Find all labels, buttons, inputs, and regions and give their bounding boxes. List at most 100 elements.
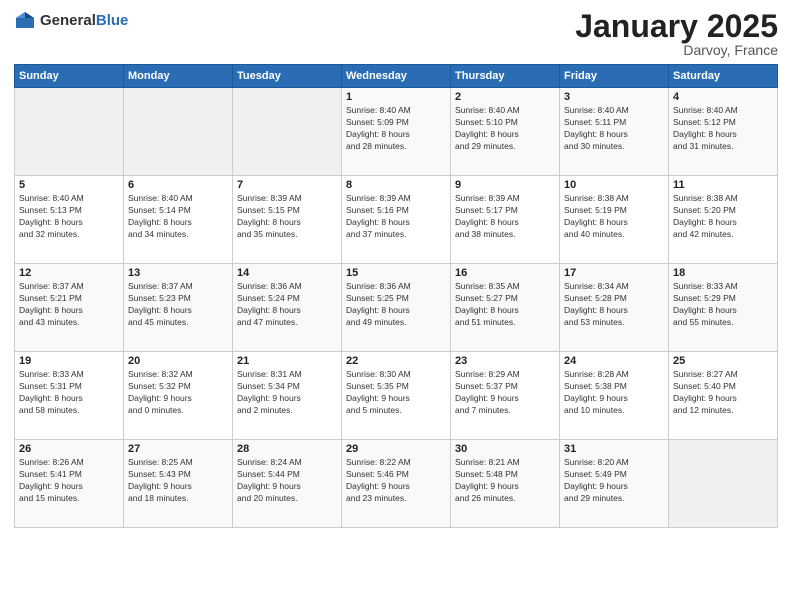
day-info: Sunrise: 8:36 AM Sunset: 5:24 PM Dayligh… [237,281,337,329]
calendar: Sunday Monday Tuesday Wednesday Thursday… [14,64,778,528]
day-number: 28 [237,443,337,455]
calendar-cell: 11 Sunrise: 8:38 AM Sunset: 5:20 PM Dayli… [669,176,778,264]
calendar-cell: 28 Sunrise: 8:24 AM Sunset: 5:44 PM Dayli… [233,440,342,528]
day-number: 1 [346,91,446,103]
calendar-cell: 14 Sunrise: 8:36 AM Sunset: 5:24 PM Dayli… [233,264,342,352]
day-number: 16 [455,267,555,279]
day-info: Sunrise: 8:34 AM Sunset: 5:28 PM Dayligh… [564,281,664,329]
calendar-cell: 7Sunrise: 8:39 AM Sunset: 5:15 PM Daylig… [233,176,342,264]
calendar-cell: 30Sunrise: 8:21 AM Sunset: 5:48 PM Dayli… [451,440,560,528]
calendar-cell [124,88,233,176]
day-number: 23 [455,355,555,367]
calendar-cell: 18 Sunrise: 8:33 AM Sunset: 5:29 PM Dayli… [669,264,778,352]
calendar-cell: 20 Sunrise: 8:32 AM Sunset: 5:32 PM Dayli… [124,352,233,440]
day-info: Sunrise: 8:40 AM Sunset: 5:13 PM Dayligh… [19,193,119,241]
day-info: Sunrise: 8:32 AM Sunset: 5:32 PM Dayligh… [128,369,228,417]
header: GeneralBlue January 2025 Darvoy, France [14,10,778,58]
calendar-cell: 8Sunrise: 8:39 AM Sunset: 5:16 PM Daylig… [342,176,451,264]
day-number: 5 [19,179,119,191]
day-info: Sunrise: 8:40 AM Sunset: 5:14 PM Dayligh… [128,193,228,241]
day-number: 11 [673,179,773,191]
day-number: 29 [346,443,446,455]
calendar-cell: 10Sunrise: 8:38 AM Sunset: 5:19 PM Dayli… [560,176,669,264]
day-info: Sunrise: 8:33 AM Sunset: 5:29 PM Dayligh… [673,281,773,329]
calendar-cell: 4 Sunrise: 8:40 AM Sunset: 5:12 PM Daylig… [669,88,778,176]
calendar-cell: 12Sunrise: 8:37 AM Sunset: 5:21 PM Dayli… [15,264,124,352]
day-info: Sunrise: 8:40 AM Sunset: 5:10 PM Dayligh… [455,105,555,153]
calendar-cell: 2 Sunrise: 8:40 AM Sunset: 5:10 PM Daylig… [451,88,560,176]
day-info: Sunrise: 8:29 AM Sunset: 5:37 PM Dayligh… [455,369,555,417]
day-info: Sunrise: 8:28 AM Sunset: 5:38 PM Dayligh… [564,369,664,417]
calendar-week-4: 19 Sunrise: 8:33 AM Sunset: 5:31 PM Dayli… [15,352,778,440]
calendar-cell [15,88,124,176]
calendar-cell: 22 Sunrise: 8:30 AM Sunset: 5:35 PM Dayli… [342,352,451,440]
day-number: 19 [19,355,119,367]
calendar-cell: 6 Sunrise: 8:40 AM Sunset: 5:14 PM Daylig… [124,176,233,264]
day-number: 13 [128,267,228,279]
calendar-cell [233,88,342,176]
calendar-cell: 26 Sunrise: 8:26 AM Sunset: 5:41 PM Dayli… [15,440,124,528]
calendar-week-5: 26 Sunrise: 8:26 AM Sunset: 5:41 PM Dayli… [15,440,778,528]
calendar-cell: 19 Sunrise: 8:33 AM Sunset: 5:31 PM Dayli… [15,352,124,440]
logo-general: General [40,12,96,29]
calendar-cell: 24 Sunrise: 8:28 AM Sunset: 5:38 PM Dayli… [560,352,669,440]
calendar-cell: 16 Sunrise: 8:35 AM Sunset: 5:27 PM Dayli… [451,264,560,352]
day-number: 22 [346,355,446,367]
page: GeneralBlue January 2025 Darvoy, France … [0,0,792,612]
day-number: 14 [237,267,337,279]
calendar-cell: 27Sunrise: 8:25 AM Sunset: 5:43 PM Dayli… [124,440,233,528]
calendar-cell: 29Sunrise: 8:22 AM Sunset: 5:46 PM Dayli… [342,440,451,528]
day-number: 6 [128,179,228,191]
day-number: 26 [19,443,119,455]
day-info: Sunrise: 8:38 AM Sunset: 5:20 PM Dayligh… [673,193,773,241]
day-number: 4 [673,91,773,103]
day-number: 3 [564,91,664,103]
day-info: Sunrise: 8:33 AM Sunset: 5:31 PM Dayligh… [19,369,119,417]
day-number: 21 [237,355,337,367]
calendar-week-2: 5 Sunrise: 8:40 AM Sunset: 5:13 PM Daylig… [15,176,778,264]
month-title: January 2025 [575,10,778,42]
col-wednesday: Wednesday [342,65,451,88]
day-number: 20 [128,355,228,367]
calendar-cell: 3 Sunrise: 8:40 AM Sunset: 5:11 PM Daylig… [560,88,669,176]
col-thursday: Thursday [451,65,560,88]
day-number: 25 [673,355,773,367]
day-info: Sunrise: 8:37 AM Sunset: 5:21 PM Dayligh… [19,281,119,329]
calendar-cell: 15Sunrise: 8:36 AM Sunset: 5:25 PM Dayli… [342,264,451,352]
calendar-cell: 13 Sunrise: 8:37 AM Sunset: 5:23 PM Dayli… [124,264,233,352]
location: Darvoy, France [575,42,778,58]
day-info: Sunrise: 8:40 AM Sunset: 5:11 PM Dayligh… [564,105,664,153]
day-number: 2 [455,91,555,103]
col-tuesday: Tuesday [233,65,342,88]
day-number: 8 [346,179,446,191]
day-info: Sunrise: 8:31 AM Sunset: 5:34 PM Dayligh… [237,369,337,417]
calendar-cell: 31 Sunrise: 8:20 AM Sunset: 5:49 PM Dayli… [560,440,669,528]
day-info: Sunrise: 8:40 AM Sunset: 5:12 PM Dayligh… [673,105,773,153]
day-info: Sunrise: 8:39 AM Sunset: 5:15 PM Dayligh… [237,193,337,241]
day-info: Sunrise: 8:27 AM Sunset: 5:40 PM Dayligh… [673,369,773,417]
calendar-cell: 5 Sunrise: 8:40 AM Sunset: 5:13 PM Daylig… [15,176,124,264]
logo: GeneralBlue [14,10,128,32]
calendar-cell [669,440,778,528]
day-number: 9 [455,179,555,191]
day-number: 31 [564,443,664,455]
logo-icon [14,10,36,32]
day-info: Sunrise: 8:35 AM Sunset: 5:27 PM Dayligh… [455,281,555,329]
calendar-cell: 21 Sunrise: 8:31 AM Sunset: 5:34 PM Dayli… [233,352,342,440]
day-info: Sunrise: 8:24 AM Sunset: 5:44 PM Dayligh… [237,457,337,505]
calendar-cell: 1Sunrise: 8:40 AM Sunset: 5:09 PM Daylig… [342,88,451,176]
col-sunday: Sunday [15,65,124,88]
day-info: Sunrise: 8:26 AM Sunset: 5:41 PM Dayligh… [19,457,119,505]
calendar-week-1: 1Sunrise: 8:40 AM Sunset: 5:09 PM Daylig… [15,88,778,176]
day-info: Sunrise: 8:37 AM Sunset: 5:23 PM Dayligh… [128,281,228,329]
calendar-cell: 17Sunrise: 8:34 AM Sunset: 5:28 PM Dayli… [560,264,669,352]
col-saturday: Saturday [669,65,778,88]
day-info: Sunrise: 8:30 AM Sunset: 5:35 PM Dayligh… [346,369,446,417]
day-number: 18 [673,267,773,279]
day-info: Sunrise: 8:38 AM Sunset: 5:19 PM Dayligh… [564,193,664,241]
day-number: 24 [564,355,664,367]
day-info: Sunrise: 8:20 AM Sunset: 5:49 PM Dayligh… [564,457,664,505]
day-number: 15 [346,267,446,279]
day-info: Sunrise: 8:21 AM Sunset: 5:48 PM Dayligh… [455,457,555,505]
calendar-cell: 25 Sunrise: 8:27 AM Sunset: 5:40 PM Dayli… [669,352,778,440]
